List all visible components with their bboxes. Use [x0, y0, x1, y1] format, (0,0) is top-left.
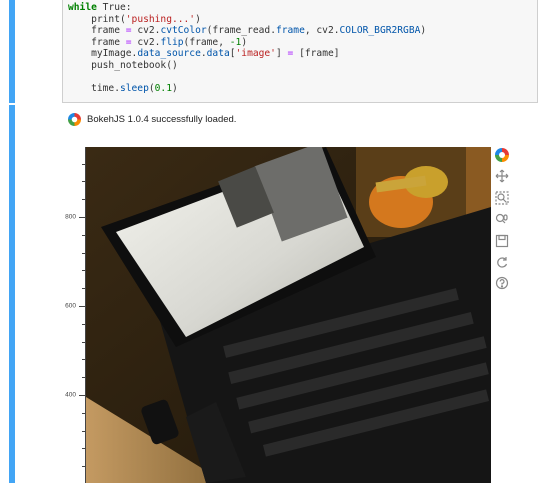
reset-icon[interactable] [494, 254, 510, 270]
save-icon[interactable] [494, 233, 510, 249]
code-line: frame = cv2.cvtColor(frame_read.frame, c… [68, 25, 427, 36]
code-line: push_notebook() [68, 59, 178, 71]
y-tick-label: 600 [65, 302, 76, 310]
help-icon[interactable] [494, 275, 510, 291]
bokeh-message-text: BokehJS 1.0.4 successfully loaded. [87, 113, 237, 125]
y-tick-major [79, 395, 86, 396]
code-cell[interactable]: while True: print('pushing...') frame = … [0, 0, 538, 103]
cell-selection-bar [9, 0, 15, 103]
y-tick-label: 400 [65, 391, 76, 399]
y-tick-label: 800 [65, 213, 76, 221]
output-cell: BokehJS 1.0.4 successfully loaded. 800 6… [0, 105, 538, 483]
laptop-photo [86, 147, 491, 483]
cell-selection-bar [9, 105, 15, 483]
bokeh-plot[interactable]: 800 600 400 [48, 147, 538, 483]
bokeh-logo-icon[interactable] [494, 147, 510, 163]
wheel-zoom-icon[interactable] [494, 211, 510, 227]
code-line: print('pushing...') [68, 13, 201, 25]
bokeh-load-message: BokehJS 1.0.4 successfully loaded. [68, 111, 236, 127]
y-tick-major [79, 306, 86, 307]
code-line: while True: [68, 2, 132, 13]
pan-icon[interactable] [494, 168, 510, 184]
code-line: frame = cv2.flip(frame, -1) [68, 36, 248, 48]
code-line: myImage.data_source.data['image'] = [fra… [68, 48, 340, 59]
code-line: time.sleep(0.1) [68, 82, 178, 94]
webcam-image[interactable] [86, 147, 491, 483]
code-text: while True: print('pushing...') frame = … [68, 2, 426, 94]
box-zoom-icon[interactable] [494, 190, 510, 206]
code-editor[interactable]: while True: print('pushing...') frame = … [62, 0, 538, 103]
bokeh-logo-icon [68, 112, 81, 126]
y-axis: 800 600 400 [48, 147, 86, 483]
y-tick-major [79, 217, 86, 218]
